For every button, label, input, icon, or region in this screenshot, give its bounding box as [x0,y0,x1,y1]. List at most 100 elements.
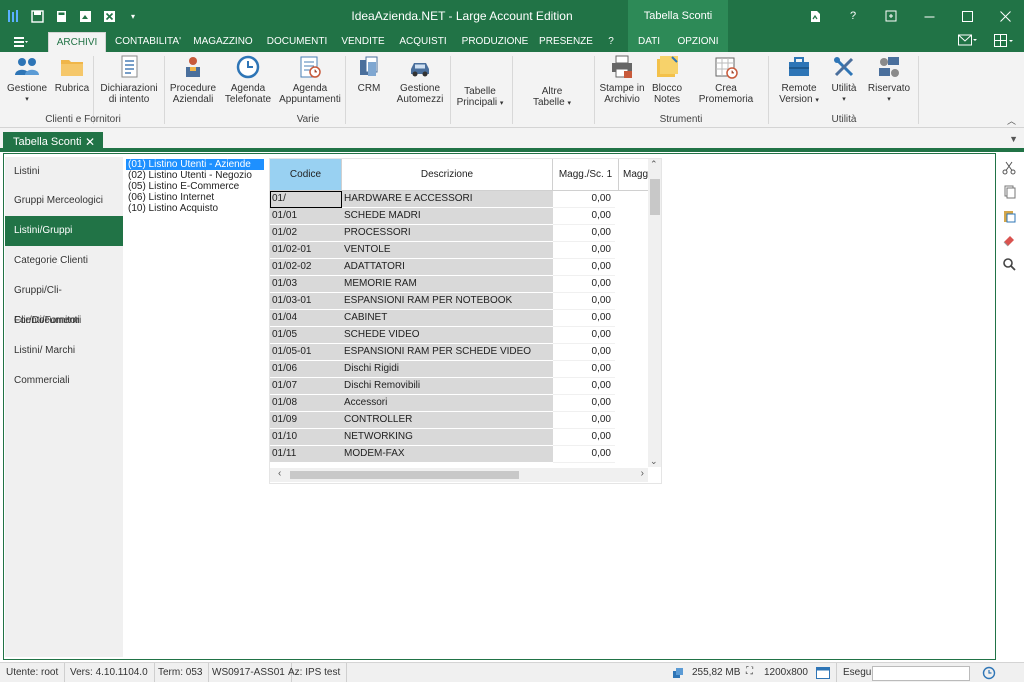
table-row[interactable]: 01/10 NETWORKING 0,00 [270,429,648,446]
tabelle-principali-button[interactable]: Tabelle Principali ▾ [454,86,506,109]
horizontal-scrollbar[interactable]: ‹ › [270,468,648,482]
nav-item-gruppi-merceologici[interactable]: Gruppi Merceologici [5,186,123,216]
nav-item-categorie-clienti[interactable]: Categorie Clienti [5,246,123,276]
close-button[interactable] [986,0,1024,32]
scroll-up-icon[interactable]: ⌃ [650,159,658,170]
maximize-button[interactable] [948,0,986,32]
cell-magg-sc-1[interactable]: 0,00 [553,412,615,429]
cell-descrizione[interactable]: ESPANSIONI RAM PER NOTEBOOK [342,293,553,310]
price-list-listbox[interactable]: (01) Listino Utenti - Aziende (02) Listi… [126,158,266,484]
cell-descrizione[interactable]: SCHEDE VIDEO [342,327,553,344]
minimize-button[interactable] [910,0,948,32]
cell-codice[interactable]: 01/10 [270,429,342,446]
vertical-scrollbar[interactable]: ⌃ ⌄ [648,159,661,467]
app-menu-button[interactable] [8,32,34,52]
table-row[interactable]: 01/07 Dischi Removibili 0,00 [270,378,648,395]
agenda-appuntamenti-button[interactable]: Agenda Appuntamenti [278,54,342,105]
tab-list-dropdown-icon[interactable]: ▼ [1009,134,1018,144]
table-row[interactable]: 01/05-01 ESPANSIONI RAM PER SCHEDE VIDEO 0… [270,344,648,361]
nav-item-listini-gruppi-merceologici[interactable]: Listini/Gruppi Merceologici [5,216,123,266]
gestione-automezzi-button[interactable]: Gestione Automezzi [394,54,446,105]
table-row[interactable]: 01/03 MEMORIE RAM 0,00 [270,276,648,293]
print-preview-icon[interactable] [76,7,94,25]
cell-descrizione[interactable]: Dischi Rigidi [342,361,553,378]
layout-icon[interactable] [994,34,1014,51]
cell-descrizione[interactable]: CONTROLLER [342,412,553,429]
list-item[interactable]: (01) Listino Utenti - Aziende [126,159,264,170]
nav-item-listini[interactable]: Listini [5,157,123,187]
cell-codice[interactable]: 01/05 [270,327,342,344]
tab-contabilita[interactable]: CONTABILITA' [111,32,185,52]
restore-panel-icon[interactable] [872,0,910,32]
app-icon[interactable] [4,7,22,25]
cell-codice[interactable]: 01/07 [270,378,342,395]
tab-archivi[interactable]: ARCHIVI [48,32,106,52]
cell-magg-sc-1[interactable]: 0,00 [553,191,615,208]
table-row[interactable]: 01/HARDWARE E ACCESSORI 0,00 [270,191,648,208]
column-header-magg-2[interactable]: Magg [619,159,649,191]
horizontal-scroll-thumb[interactable] [290,471,519,479]
list-item[interactable]: (06) Listino Internet [126,192,214,203]
crea-promemoria-button[interactable]: Crea Promemoria [690,54,762,105]
utilita-button[interactable]: Utilità ▾ [826,54,862,105]
cell-codice[interactable]: 01/03-01 [270,293,342,310]
search-icon[interactable] [998,253,1020,275]
cell-descrizione[interactable]: VENTOLE [342,242,553,259]
table-row[interactable]: 01/03-01 ESPANSIONI RAM PER NOTEBOOK 0,00 [270,293,648,310]
cell-codice[interactable]: 01/03 [270,276,342,293]
cell-codice[interactable]: 01/02 [270,225,342,242]
cell-codice[interactable]: 01/06 [270,361,342,378]
tab-magazzino[interactable]: MAGAZZINO [190,32,256,52]
cell-magg-sc-1[interactable]: 0,00 [553,293,615,310]
crm-button[interactable]: CRM [350,54,388,94]
tab-help[interactable]: ? [600,32,622,52]
vertical-scroll-thumb[interactable] [650,179,660,215]
table-row[interactable]: 01/06 Dischi Rigidi 0,00 [270,361,648,378]
copy-icon[interactable] [998,181,1020,203]
scissors-icon[interactable] [998,157,1020,179]
tab-documenti[interactable]: DOCUMENTI [262,32,332,52]
table-row[interactable]: 01/01 SCHEDE MADRI 0,00 [270,208,648,225]
stampe-archivio-button[interactable]: Stampe in Archivio [598,54,646,105]
agenda-telefonate-button[interactable]: Agenda Telefonate [222,54,274,105]
cell-magg-sc-1[interactable]: 0,00 [553,344,615,361]
cell-magg-sc-1[interactable]: 0,00 [553,429,615,446]
table-row[interactable]: 01/02-01 VENTOLE 0,00 [270,242,648,259]
rubrica-button[interactable]: Rubrica [52,54,92,94]
tab-vendite[interactable]: VENDITE [338,32,388,52]
cell-magg-sc-1[interactable]: 0,00 [553,378,615,395]
tab-dati[interactable]: DATI [630,32,668,52]
calculator-icon[interactable] [52,7,70,25]
nav-item-gruppi-cli-for-documenti[interactable]: Gruppi/Cli-For/Documenti [5,276,123,326]
table-row[interactable]: 01/11 MODEM-FAX 0,00 [270,446,648,463]
table-row[interactable]: 01/09 CONTROLLER 0,00 [270,412,648,429]
nav-item-listini-marchi-commerciali[interactable]: Listini/ Marchi Commerciali [5,336,123,386]
scroll-down-icon[interactable]: ⌄ [650,456,658,467]
cell-magg-sc-1[interactable]: 0,00 [553,225,615,242]
cell-descrizione[interactable]: SCHEDE MADRI [342,208,553,225]
cell-descrizione[interactable]: MODEM-FAX [342,446,553,463]
cell-magg-sc-1[interactable]: 0,00 [553,395,615,412]
cell-descrizione[interactable]: Dischi Removibili [342,378,553,395]
scroll-left-icon[interactable]: ‹ [278,468,281,479]
tab-produzione[interactable]: PRODUZIONE [458,32,532,52]
table-row[interactable]: 01/05 SCHEDE VIDEO 0,00 [270,327,648,344]
save-icon[interactable] [28,7,46,25]
report-icon[interactable] [796,0,834,32]
column-header-magg-sc-1[interactable]: Magg./Sc. 1 [553,159,619,191]
cell-descrizione[interactable]: ADATTATORI [342,259,553,276]
cell-magg-sc-1[interactable]: 0,00 [553,327,615,344]
table-row[interactable]: 01/04 CABINET 0,00 [270,310,648,327]
excel-icon[interactable] [100,7,118,25]
table-row[interactable]: 01/02 PROCESSORI 0,00 [270,225,648,242]
altre-tabelle-button[interactable]: Altre Tabelle ▾ [520,86,584,109]
history-icon[interactable] [982,666,996,682]
nav-item-clienti-fornitori[interactable]: Clienti/Fornitori [5,306,123,336]
riservato-button[interactable]: Riservato ▾ [864,54,914,105]
cell-codice[interactable]: 01/05-01 [270,344,342,361]
cell-codice[interactable]: 01/02-02 [270,259,342,276]
window-icon[interactable] [816,667,830,682]
cell-magg-sc-1[interactable]: 0,00 [553,361,615,378]
column-header-codice[interactable]: Codice [270,159,342,191]
gestione-button[interactable]: Gestione ▾ [4,54,50,105]
